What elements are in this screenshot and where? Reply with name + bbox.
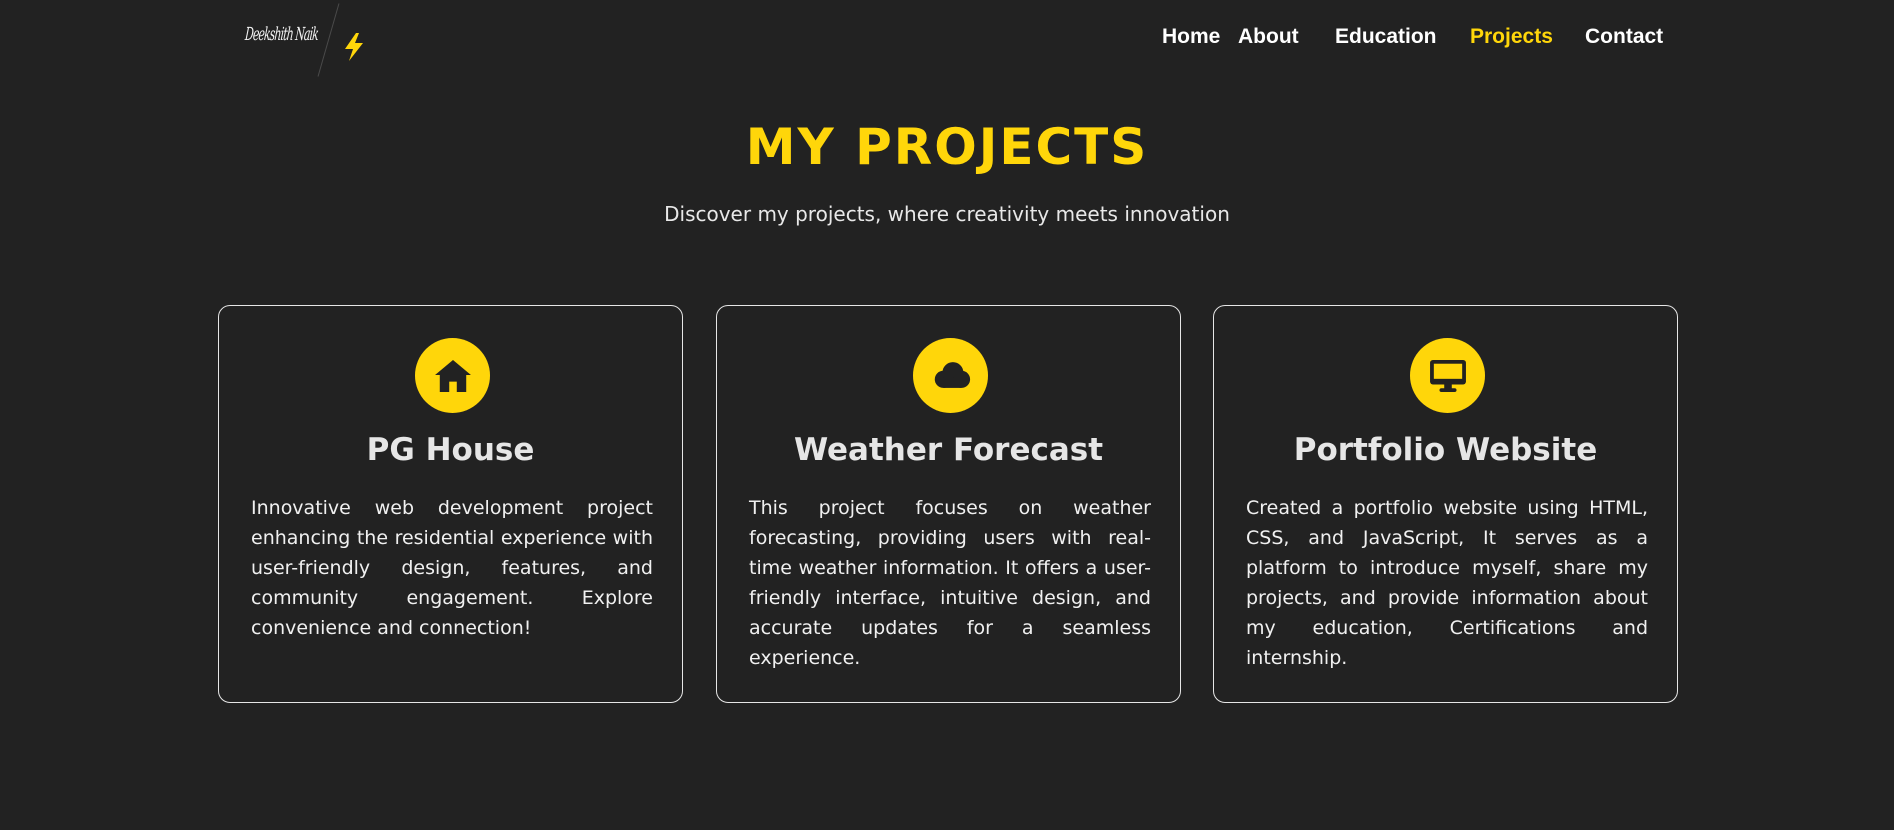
navbar: Deekshith Naik Home About Education Proj… [0,0,1894,80]
project-description: Created a portfolio website using HTML, … [1246,497,1648,669]
project-title: PG House [366,432,535,468]
project-card-portfolio-website: Portfolio Website Created a portfolio we… [1213,305,1678,703]
nav-links: Home About Education Projects Contact [0,25,1894,55]
house-icon [415,338,490,413]
project-title: Weather Forecast [793,432,1104,468]
nav-projects-link[interactable]: Projects [1470,25,1553,49]
desktop-monitor-icon [1410,338,1485,413]
project-description: Innovative web development project enhan… [251,497,653,639]
project-title: Portfolio Website [1293,432,1598,468]
project-card-weather-forecast: Weather Forecast This project focuses on… [716,305,1181,703]
page-title: MY PROJECTS [745,118,1149,176]
nav-home-link[interactable]: Home [1162,25,1220,49]
nav-about-link[interactable]: About [1238,25,1299,49]
nav-contact-link[interactable]: Contact [1585,25,1663,49]
project-card-pg-house: PG House Innovative web development proj… [218,305,683,703]
page-subtitle: Discover my projects, where creativity m… [664,202,1230,226]
cloud-icon [913,338,988,413]
project-cards: PG House Innovative web development proj… [218,305,1680,707]
nav-education-link[interactable]: Education [1335,25,1437,49]
project-description: This project focuses on weather forecast… [749,497,1151,669]
